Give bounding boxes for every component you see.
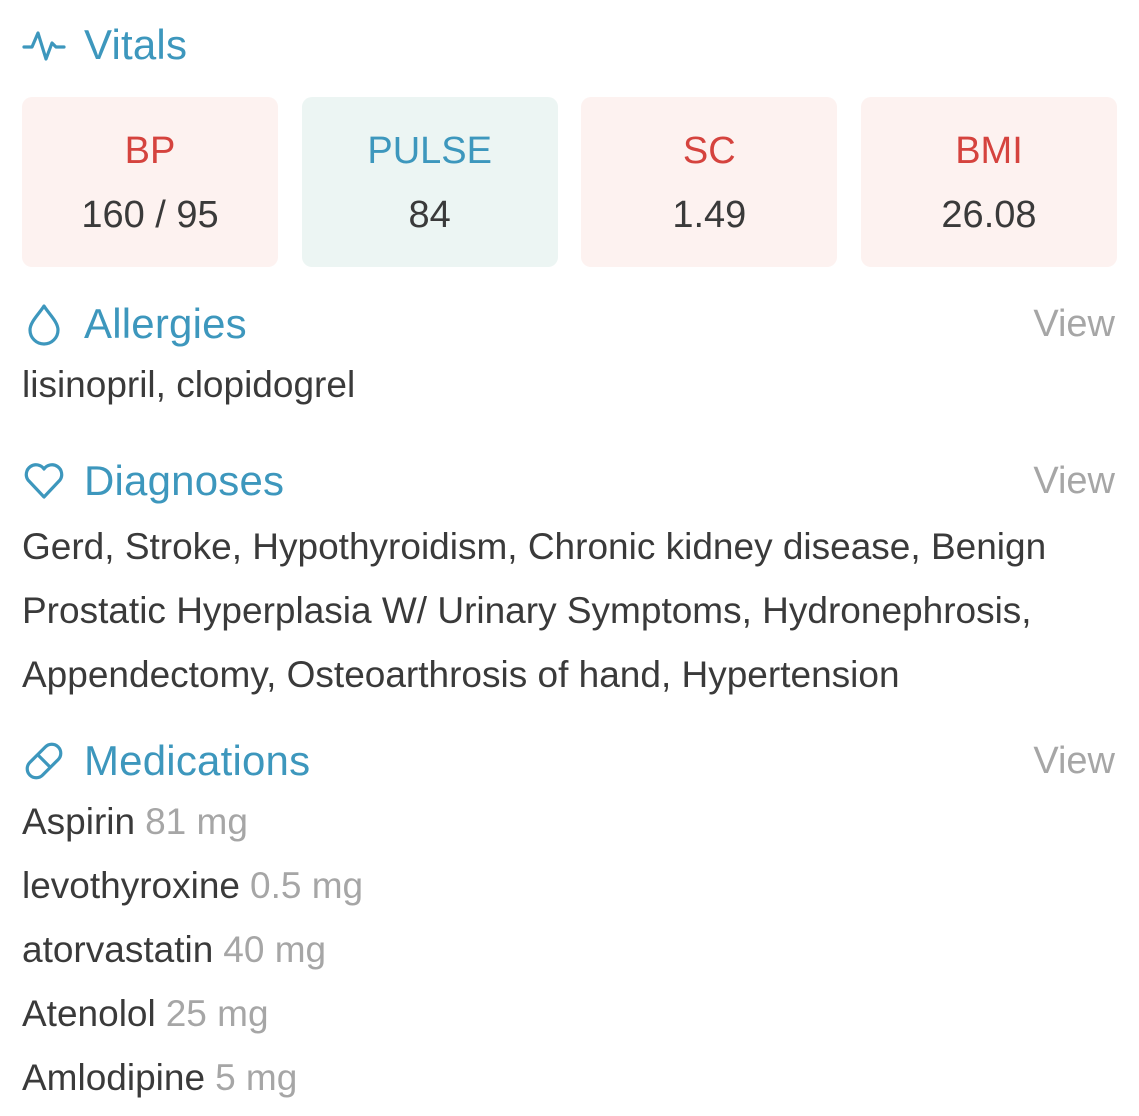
pill-icon — [22, 739, 66, 783]
heart-icon — [22, 459, 66, 503]
vital-card-bmi[interactable]: BMI 26.08 — [860, 97, 1117, 267]
activity-pulse-icon — [22, 23, 66, 67]
vitals-cards: BP 160 / 95 PULSE 84 SC 1.49 BMI 26.08 — [22, 97, 1117, 267]
medication-name: atorvastatin — [22, 929, 214, 970]
medication-name: levothyroxine — [22, 865, 241, 906]
medication-name: Aspirin — [22, 801, 136, 842]
vital-value: 1.49 — [672, 194, 747, 236]
allergies-title: Allergies — [84, 300, 247, 347]
medication-dose: 81 mg — [145, 801, 248, 842]
medication-item[interactable]: Aspirin 81 mg — [22, 790, 1115, 854]
vitals-title: Vitals — [84, 21, 188, 68]
medication-name: Atenolol — [22, 993, 156, 1034]
vital-card-sc[interactable]: SC 1.49 — [581, 97, 838, 267]
diagnoses-view-link[interactable]: View — [1033, 460, 1115, 503]
allergies-view-link[interactable]: View — [1033, 303, 1115, 346]
medications-header: Medications View — [22, 736, 1115, 786]
vital-value: 26.08 — [941, 194, 1037, 236]
diagnoses-title: Diagnoses — [84, 457, 285, 504]
medications-title: Medications — [84, 737, 311, 784]
medication-dose: 5 mg — [215, 1057, 298, 1098]
vital-card-bp[interactable]: BP 160 / 95 — [22, 97, 278, 267]
diagnoses-header: Diagnoses View — [22, 456, 1115, 506]
medication-dose: 0.5 mg — [250, 865, 364, 906]
medication-item[interactable]: Amlodipine 5 mg — [22, 1046, 1115, 1110]
medication-item[interactable]: levothyroxine 0.5 mg — [22, 854, 1115, 918]
vital-label: BP — [124, 130, 176, 172]
vital-card-pulse[interactable]: PULSE 84 — [301, 97, 558, 267]
allergies-list: lisinopril, clopidogrel — [22, 364, 356, 405]
vital-value: 84 — [408, 194, 451, 236]
medications-view-link[interactable]: View — [1033, 740, 1115, 783]
allergies-header: Allergies View — [22, 299, 1115, 349]
medication-item[interactable]: Atenolol 25 mg — [22, 982, 1115, 1046]
vitals-header: Vitals — [22, 20, 1115, 70]
diagnoses-list: Gerd, Stroke, Hypothyroidism, Chronic ki… — [22, 526, 1047, 695]
medication-dose: 25 mg — [165, 993, 269, 1034]
medication-item[interactable]: atorvastatin 40 mg — [22, 918, 1115, 982]
droplet-icon — [22, 302, 66, 346]
vital-label: BMI — [955, 130, 1023, 172]
vital-label: SC — [682, 130, 736, 172]
vital-label: PULSE — [367, 130, 492, 172]
medication-dose: 40 mg — [223, 929, 327, 970]
medication-name: Amlodipine — [22, 1057, 206, 1098]
medications-list: Aspirin 81 mg levothyroxine 0.5 mg atorvas… — [22, 790, 1115, 1110]
vital-value: 160 / 95 — [81, 194, 219, 236]
